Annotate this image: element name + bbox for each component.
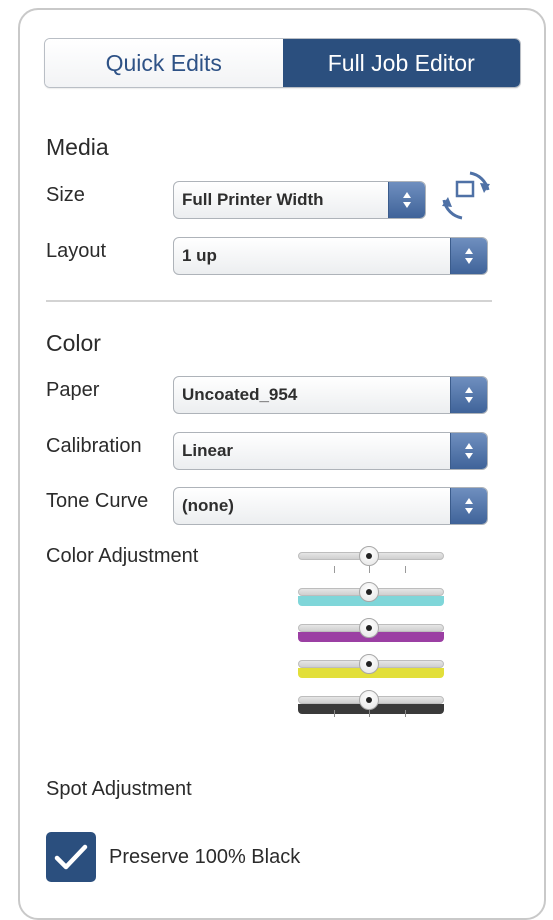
color-slider-neutral[interactable] [296,544,446,580]
tone-curve-select[interactable]: (none) [173,487,488,525]
slider-tick [404,566,406,573]
color-adjustment-sliders [296,544,446,724]
slider-tick [333,566,335,573]
up-down-arrows-icon [450,238,487,274]
preserve-black-checkbox[interactable] [46,832,96,882]
up-down-arrows-icon [450,433,487,469]
paper-select-value: Uncoated_954 [182,385,298,404]
slider-tick [333,710,335,717]
layout-select-value: 1 up [182,246,217,265]
layout-select[interactable]: 1 up [173,237,488,275]
size-select-value: Full Printer Width [182,190,324,209]
preserve-black-label: Preserve 100% Black [109,846,301,868]
spot-adjustment-label[interactable]: Spot Adjustment [46,778,192,801]
calibration-select[interactable]: Linear [173,432,488,470]
checkmark-icon [54,844,88,870]
size-select[interactable]: Full Printer Width [173,181,426,219]
layout-label: Layout [46,240,107,262]
calibration-select-value: Linear [182,441,234,460]
media-section-title: Media [46,134,109,160]
slider-tick [369,566,370,573]
color-slider-magenta[interactable] [296,616,446,652]
slider-thumb[interactable] [359,582,379,602]
editor-mode-toggle: Quick Edits Full Job Editor [44,38,521,88]
up-down-arrows-icon [450,377,487,413]
slider-thumb[interactable] [359,654,379,674]
slider-thumb[interactable] [359,618,379,638]
tab-quick-edits[interactable]: Quick Edits [45,39,283,87]
up-down-arrows-icon [450,488,487,524]
calibration-label: Calibration [46,435,142,457]
slider-ticks [298,566,444,574]
color-slider-black[interactable] [296,688,446,724]
slider-tick [369,710,370,717]
color-adjustment-label: Color Adjustment [46,545,199,567]
up-down-arrows-icon [388,182,425,218]
slider-ticks [298,710,444,718]
slider-thumb[interactable] [359,690,379,710]
color-slider-cyan[interactable] [296,580,446,616]
slider-thumb[interactable] [359,546,379,566]
color-section-title: Color [46,330,101,356]
rotate-orientation-icon[interactable] [440,170,492,222]
slider-tick [404,710,406,717]
paper-label: Paper [46,379,100,401]
paper-select[interactable]: Uncoated_954 [173,376,488,414]
tone-curve-select-value: (none) [182,496,234,515]
color-slider-yellow[interactable] [296,652,446,688]
section-divider [46,300,492,302]
tab-full-job-editor[interactable]: Full Job Editor [282,39,520,87]
tone-curve-label: Tone Curve [46,490,149,512]
size-label: Size [46,184,85,206]
